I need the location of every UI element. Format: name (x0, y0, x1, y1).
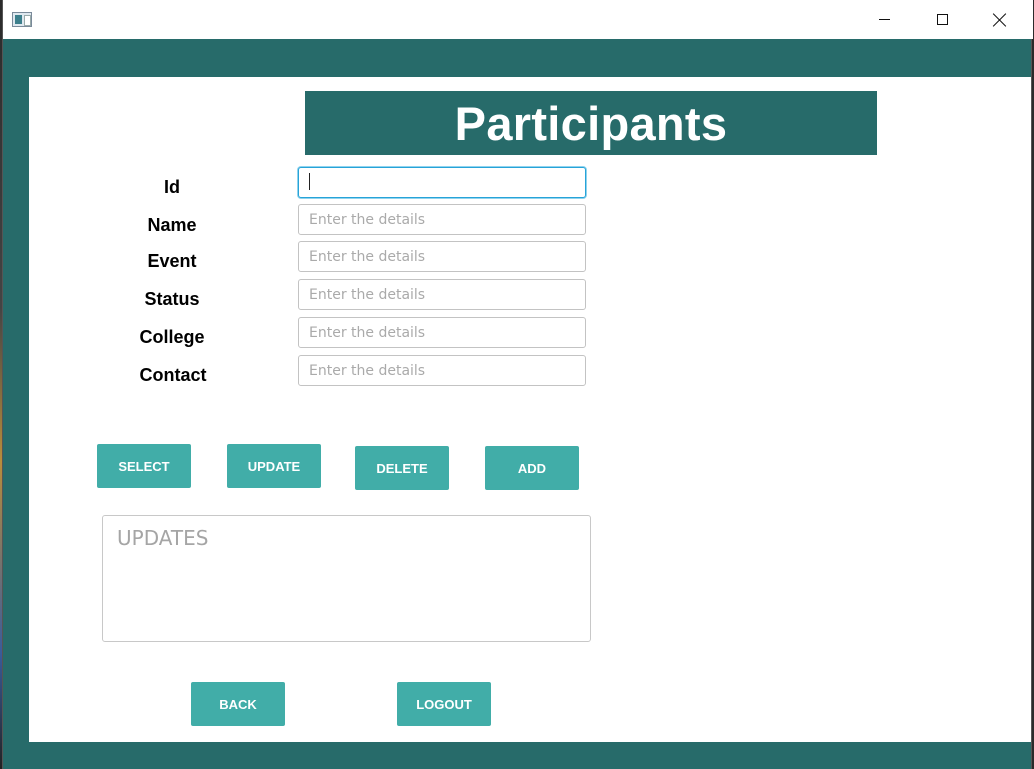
minimize-button[interactable] (855, 0, 913, 39)
college-field[interactable] (298, 317, 586, 348)
id-label: Id (164, 177, 180, 197)
event-field[interactable] (298, 241, 586, 272)
close-icon (993, 13, 1007, 27)
updates-textarea[interactable] (102, 515, 591, 642)
contact-field[interactable] (298, 355, 586, 386)
event-label: Event (147, 251, 197, 271)
contact-label: Contact (139, 365, 207, 385)
minimize-icon (878, 19, 890, 20)
logout-button[interactable]: LOGOUT (397, 682, 491, 726)
main-panel: Participants Id Name Event Status Colleg… (29, 77, 1031, 742)
name-label: Name (147, 215, 197, 235)
maximize-button[interactable] (913, 0, 971, 39)
college-label: College (139, 327, 205, 347)
delete-button[interactable]: DELETE (355, 446, 449, 490)
app-icon (12, 12, 32, 27)
app-window: Participants Id Name Event Status Colleg… (2, 0, 1033, 769)
close-button[interactable] (971, 0, 1029, 39)
maximize-icon (936, 14, 948, 25)
back-button[interactable]: BACK (191, 682, 285, 726)
status-field[interactable] (298, 279, 586, 310)
name-field[interactable] (298, 204, 586, 235)
add-button[interactable]: ADD (485, 446, 579, 490)
update-button[interactable]: UPDATE (227, 444, 321, 488)
status-label: Status (144, 289, 200, 309)
page-title: Participants (454, 96, 728, 150)
page-header: Participants (305, 91, 877, 155)
title-bar[interactable] (3, 0, 1033, 39)
select-button[interactable]: SELECT (97, 444, 191, 488)
text-cursor (309, 173, 310, 190)
id-field[interactable] (298, 167, 586, 198)
